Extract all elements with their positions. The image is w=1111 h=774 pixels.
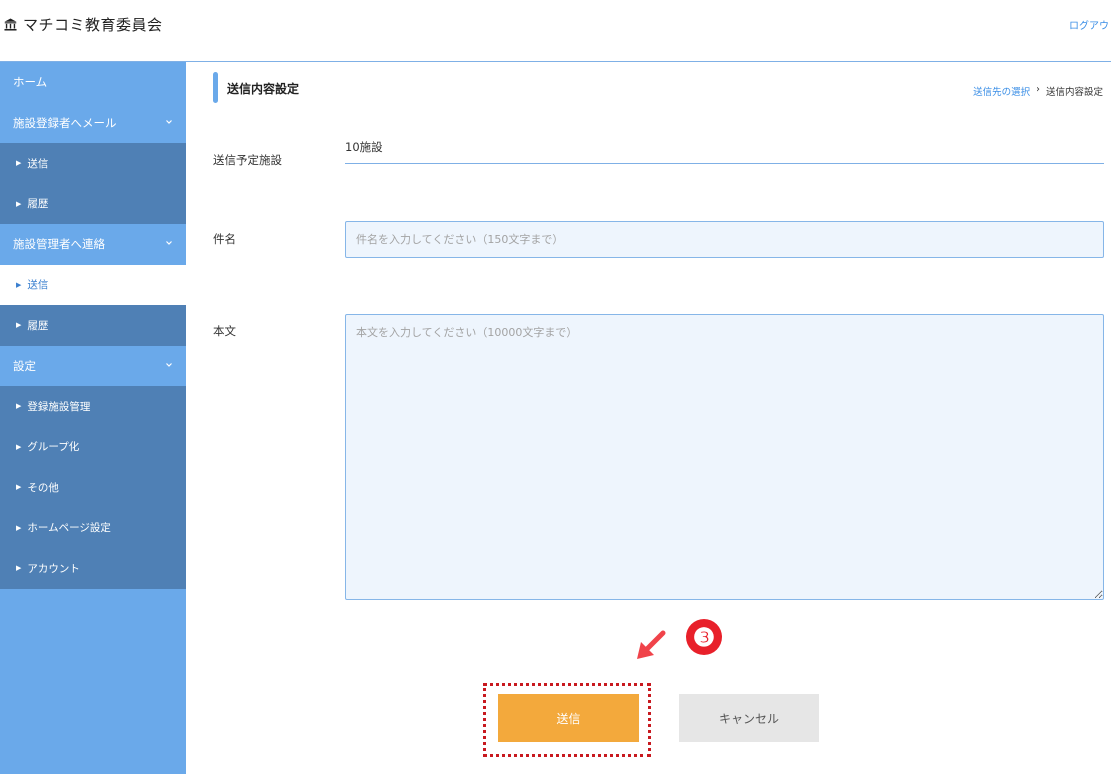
triangle-right-icon: ▶	[16, 159, 22, 168]
sidebar-item-mail-send[interactable]: ▶ 送信	[0, 143, 186, 184]
triangle-right-icon: ▶	[16, 402, 22, 411]
triangle-right-icon: ▶	[16, 483, 22, 492]
annotation-arrow-icon	[637, 630, 666, 659]
main-content: 送信内容設定 送信先の選択 › 送信内容設定 送信予定施設 10施設 件名 本文…	[186, 62, 1111, 774]
breadcrumb-current: 送信内容設定	[1045, 87, 1103, 98]
sidebar-item-label: 送信	[27, 279, 49, 292]
body-textarea[interactable]	[345, 314, 1104, 600]
sidebar-item-other[interactable]: ▶ その他	[0, 467, 186, 508]
breadcrumb: 送信先の選択 › 送信内容設定	[973, 84, 1103, 98]
chevron-down-icon	[166, 119, 172, 124]
sidebar-group-label: 施設登録者へメール	[13, 115, 117, 130]
facility-label: 送信予定施設	[213, 153, 282, 167]
facility-value: 10施設	[345, 140, 383, 154]
sidebar-item-contact-history[interactable]: ▶ 履歴	[0, 305, 186, 346]
breadcrumb-link-select-recipients[interactable]: 送信先の選択	[973, 84, 1030, 98]
sidebar-group-contact-managers[interactable]: 施設管理者へ連絡	[0, 224, 186, 265]
chevron-down-icon	[166, 241, 172, 245]
sidebar-item-mail-history[interactable]: ▶ 履歴	[0, 183, 186, 224]
brand: マチコミ教育委員会	[4, 14, 163, 35]
subject-input[interactable]	[345, 221, 1104, 258]
app-title: マチコミ教育委員会	[23, 16, 163, 34]
send-button[interactable]: 送信	[498, 694, 639, 742]
body-label: 本文	[213, 324, 236, 338]
sidebar-item-label: その他	[27, 481, 59, 494]
sidebar-group-label: 施設管理者へ連絡	[13, 237, 105, 252]
chevron-down-icon	[166, 362, 172, 367]
triangle-right-icon: ▶	[16, 280, 22, 289]
sidebar-item-label: 登録施設管理	[27, 400, 91, 413]
subject-label: 件名	[213, 232, 236, 246]
annotation-number-badge: ❸	[686, 619, 722, 655]
sidebar-group-mail-registrants[interactable]: 施設登録者へメール	[0, 102, 186, 143]
logout-link[interactable]: ログアウ	[1069, 17, 1109, 32]
sidebar-item-contact-send[interactable]: ▶ 送信	[0, 264, 186, 305]
sidebar-item-grouping[interactable]: ▶ グループ化	[0, 426, 186, 467]
sidebar: ホーム 施設登録者へメール ▶ 送信 ▶ 履歴 施設管理者へ連絡 ▶ 送信 ▶ …	[0, 62, 186, 774]
sidebar-item-facility-management[interactable]: ▶ 登録施設管理	[0, 386, 186, 427]
sidebar-item-homepage-settings[interactable]: ▶ ホームページ設定	[0, 507, 186, 548]
sidebar-item-home[interactable]: ホーム	[0, 62, 186, 103]
sidebar-item-label: アカウント	[27, 562, 80, 575]
sidebar-group-settings[interactable]: 設定	[0, 345, 186, 386]
triangle-right-icon: ▶	[16, 523, 22, 532]
top-header: マチコミ教育委員会 ログアウ	[0, 0, 1111, 62]
sidebar-item-label: ホーム	[13, 75, 48, 90]
section-accent-bar	[213, 72, 218, 103]
page-title: 送信内容設定	[227, 82, 300, 96]
facility-underline	[345, 163, 1104, 164]
triangle-right-icon: ▶	[16, 564, 22, 573]
sidebar-item-label: グループ化	[27, 441, 80, 454]
sidebar-item-account[interactable]: ▶ アカウント	[0, 548, 186, 589]
sidebar-item-label: ホームページ設定	[27, 522, 111, 535]
sidebar-item-label: 送信	[27, 157, 49, 170]
triangle-right-icon: ▶	[16, 442, 22, 451]
building-icon	[4, 18, 17, 31]
sidebar-item-label: 履歴	[27, 319, 49, 332]
cancel-button[interactable]: キャンセル	[679, 694, 819, 742]
sidebar-group-label: 設定	[13, 358, 36, 373]
breadcrumb-separator: ›	[1036, 84, 1040, 95]
sidebar-item-label: 履歴	[27, 198, 49, 211]
triangle-right-icon: ▶	[16, 199, 22, 208]
triangle-right-icon: ▶	[16, 321, 22, 330]
